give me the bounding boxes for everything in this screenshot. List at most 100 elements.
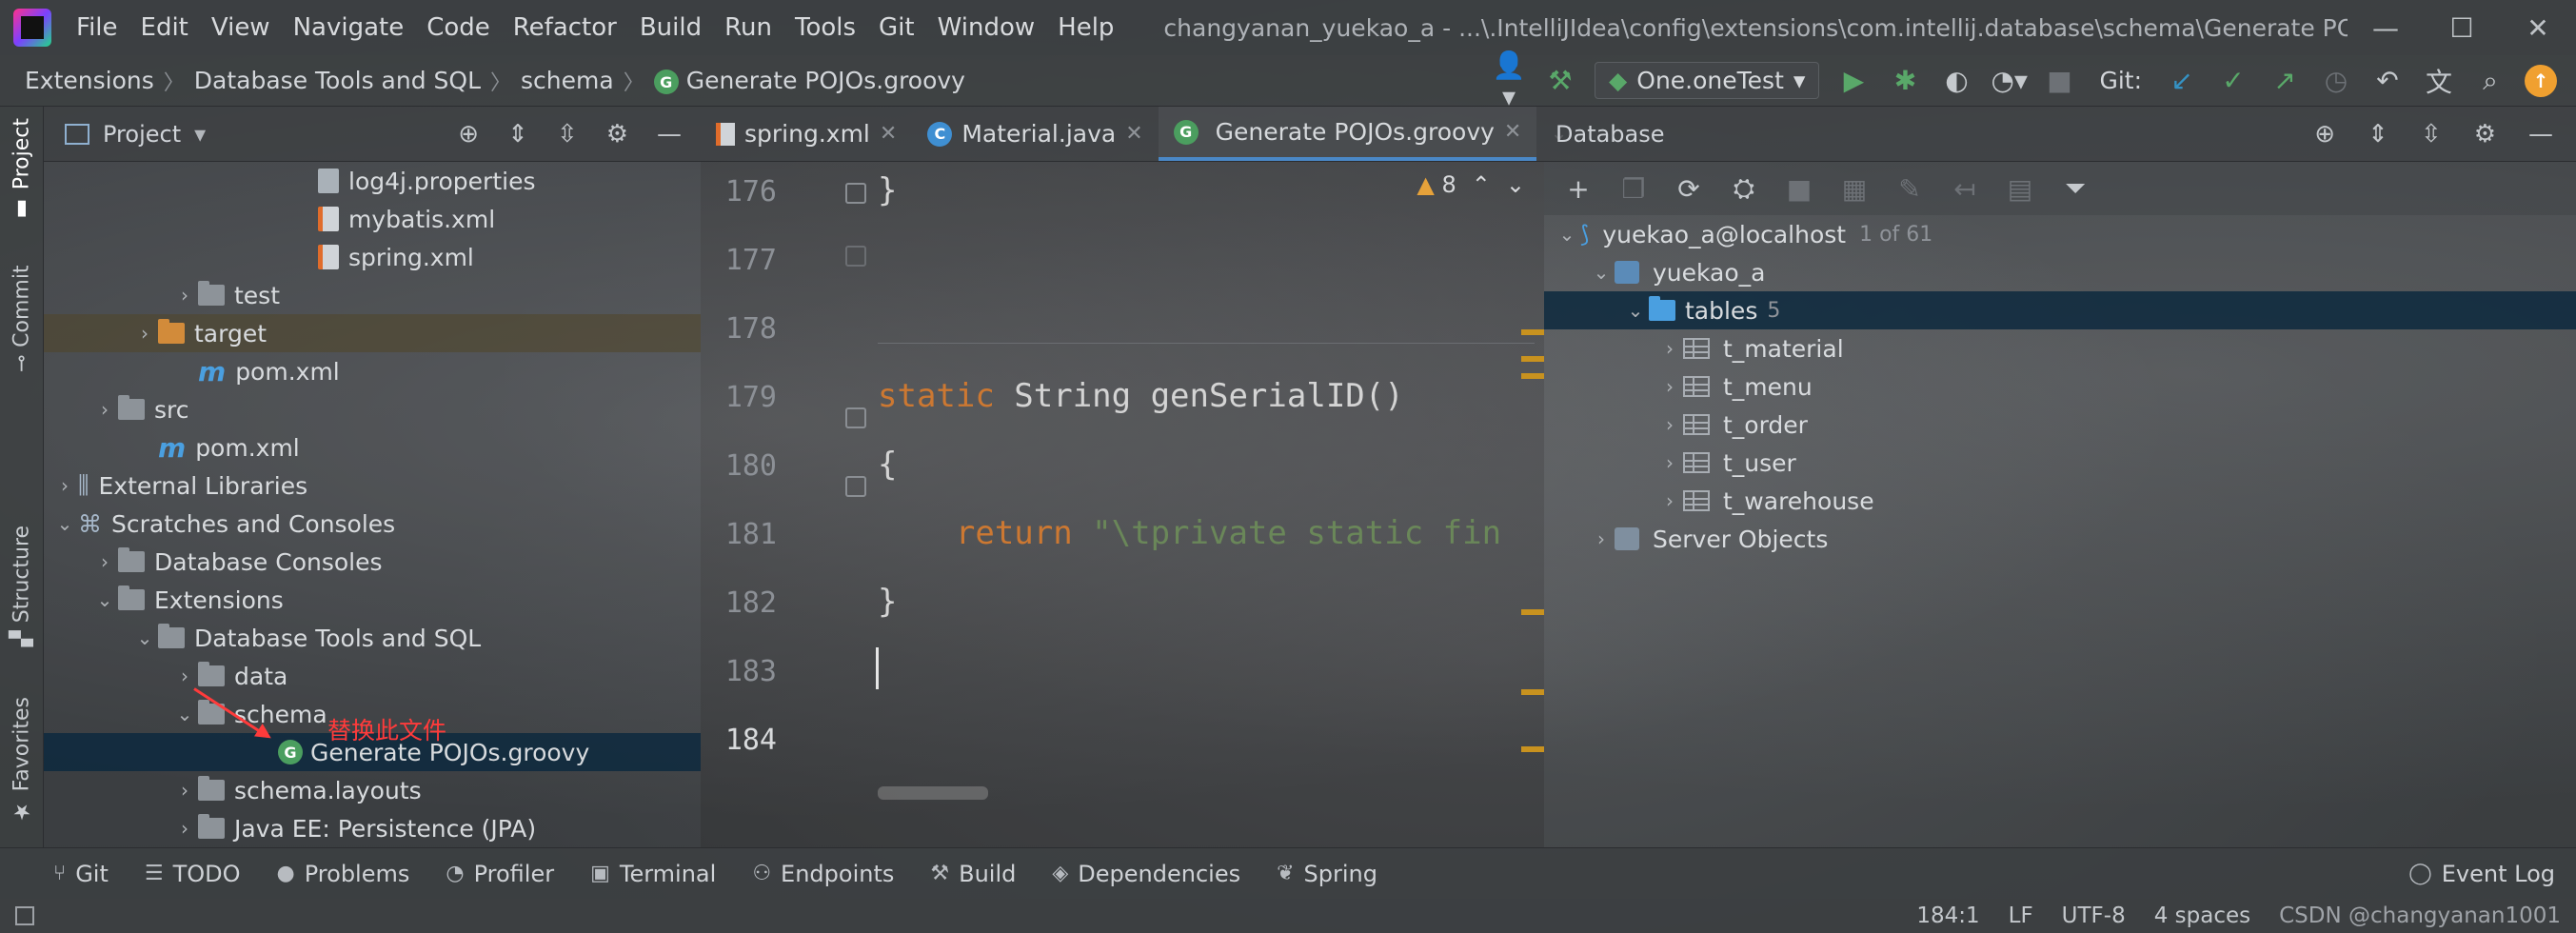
chevron-right-icon[interactable]: › xyxy=(1656,489,1683,512)
project-tree-row[interactable]: › data xyxy=(44,657,701,695)
tool-todo[interactable]: ☰ TODO xyxy=(145,861,241,887)
chevron-down-icon[interactable]: ⌄ xyxy=(51,512,78,535)
tool-event-log[interactable]: ◯ Event Log xyxy=(2408,861,2576,887)
chevron-right-icon[interactable]: › xyxy=(91,550,118,573)
previous-highlight-icon[interactable]: ⌃ xyxy=(1472,171,1491,198)
search-icon[interactable]: ⌕ xyxy=(2473,65,2507,97)
chevron-down-icon[interactable]: ⌄ xyxy=(1588,261,1615,284)
project-tree-row[interactable]: › test xyxy=(44,276,701,314)
maximize-icon[interactable]: ☐ xyxy=(2424,12,2500,44)
file-encoding[interactable]: UTF-8 xyxy=(2062,903,2126,928)
tool-tab-commit[interactable]: ⊸ Commit xyxy=(4,265,40,372)
locate-icon[interactable]: ⊕ xyxy=(2314,120,2335,149)
menu-build[interactable]: Build xyxy=(628,13,713,42)
tool-profiler[interactable]: ◔ Profiler xyxy=(446,861,554,887)
project-tree-row[interactable]: mybatis.xml xyxy=(44,200,701,238)
code-editor[interactable]: 176 177 178 179 180 181 182 183 184 } static Stri… xyxy=(701,162,1544,847)
menu-edit[interactable]: Edit xyxy=(129,13,200,42)
git-push-icon[interactable]: ↗ xyxy=(2268,65,2302,96)
table-node[interactable]: › t_order xyxy=(1544,406,2576,444)
run-icon[interactable]: ▶ xyxy=(1836,65,1871,96)
tab-material-java[interactable]: C Material.java ✕ xyxy=(912,107,1158,161)
filter-icon[interactable]: ⏷ xyxy=(2058,172,2092,205)
tool-problems[interactable]: ● Problems xyxy=(277,861,410,887)
tool-windows-toggle-icon[interactable] xyxy=(15,906,34,925)
tool-git[interactable]: ⑂ Git xyxy=(53,861,109,887)
project-tree-row[interactable]: › Java EE: Persistence (JPA) xyxy=(44,809,701,847)
error-stripe-mark[interactable] xyxy=(1521,373,1544,379)
server-objects-node[interactable]: › Server Objects xyxy=(1544,520,2576,558)
chevron-right-icon[interactable]: › xyxy=(91,398,118,421)
error-stripe-mark[interactable] xyxy=(1521,329,1544,335)
close-icon[interactable]: ✕ xyxy=(2500,12,2576,44)
tool-terminal[interactable]: ▣ Terminal xyxy=(590,861,716,887)
edit-icon[interactable]: ✎ xyxy=(1892,173,1927,205)
chevron-right-icon[interactable]: › xyxy=(171,284,198,307)
chevron-right-icon[interactable]: › xyxy=(1656,451,1683,474)
tab-generate-pojos-groovy[interactable]: G Generate POJOs.groovy ✕ xyxy=(1158,107,1537,161)
project-tree-row[interactable]: › src xyxy=(44,390,701,428)
inspection-widget[interactable]: ▲ 8 ⌃ ⌄ xyxy=(1417,171,1525,198)
chevron-right-icon[interactable]: › xyxy=(131,322,158,345)
fold-marker-icon[interactable] xyxy=(845,183,866,204)
breadcrumb-schema[interactable]: schema xyxy=(515,67,620,94)
chevron-down-icon[interactable]: ⌄ xyxy=(171,703,198,725)
menu-window[interactable]: Window xyxy=(926,13,1047,42)
jump-to-console-icon[interactable]: ↤ xyxy=(1948,173,1982,205)
tab-spring-xml[interactable]: spring.xml ✕ xyxy=(701,107,912,161)
build-hammer-icon[interactable]: ⚒ xyxy=(1543,65,1577,96)
close-tab-icon[interactable]: ✕ xyxy=(1125,122,1142,146)
tool-endpoints[interactable]: ⚇ Endpoints xyxy=(752,861,894,887)
project-tree-row[interactable]: › target xyxy=(44,314,701,352)
code-line[interactable]: { xyxy=(878,446,897,484)
table-node[interactable]: › t_menu xyxy=(1544,367,2576,406)
minimize-icon[interactable]: — xyxy=(2348,12,2424,44)
menu-tools[interactable]: Tools xyxy=(783,13,867,42)
project-tree-row[interactable]: log4j.properties xyxy=(44,162,701,200)
tool-tab-structure[interactable]: ▞ Structure xyxy=(4,526,40,646)
console-icon[interactable]: ▤ xyxy=(2003,173,2037,205)
stop-icon[interactable]: ■ xyxy=(2042,65,2076,96)
hide-icon[interactable]: — xyxy=(657,120,682,149)
gear-icon[interactable]: ⚙ xyxy=(606,120,628,149)
debug-icon[interactable]: ✱ xyxy=(1888,65,1922,96)
breadcrumb-extensions[interactable]: Extensions xyxy=(0,67,160,94)
user-icon[interactable]: 👤▾ xyxy=(1492,50,1526,112)
code-line[interactable]: } xyxy=(878,583,897,621)
copy-icon[interactable]: ❐ xyxy=(1616,173,1651,205)
chevron-right-icon[interactable]: › xyxy=(171,779,198,802)
datasource-node[interactable]: ⌄ ⟆ yuekao_a@localhost 1 of 61 xyxy=(1544,215,2576,253)
run-configuration-select[interactable]: ◆ One.oneTest ▾ xyxy=(1595,62,1820,99)
chevron-down-icon[interactable]: ▾ xyxy=(194,121,206,148)
history-icon[interactable]: ◷ xyxy=(2319,65,2353,96)
chevron-down-icon[interactable]: ⌄ xyxy=(91,588,118,611)
project-tree-row[interactable]: › schema.layouts xyxy=(44,771,701,809)
profile-icon[interactable]: ◔▾ xyxy=(1991,65,2028,96)
collapse-all-icon[interactable]: ⇳ xyxy=(557,120,578,149)
collapse-all-icon[interactable]: ⇳ xyxy=(2421,120,2442,149)
menu-refactor[interactable]: Refactor xyxy=(502,13,628,42)
error-stripe-mark[interactable] xyxy=(1521,746,1544,752)
expand-all-icon[interactable]: ⇕ xyxy=(507,120,528,149)
tool-build[interactable]: ⚒ Build xyxy=(930,861,1016,887)
hide-icon[interactable]: — xyxy=(2528,120,2553,149)
error-stripe-mark[interactable] xyxy=(1521,609,1544,615)
close-tab-icon[interactable]: ✕ xyxy=(880,122,897,146)
git-update-icon[interactable]: ↙ xyxy=(2165,65,2199,96)
gear-icon[interactable]: ⚙ xyxy=(2474,120,2496,149)
fold-marker-icon[interactable] xyxy=(845,476,866,497)
schema-settings-icon[interactable]: ⛭ xyxy=(1727,172,1761,205)
table-editor-icon[interactable]: ▦ xyxy=(1837,173,1872,205)
line-separator[interactable]: LF xyxy=(2009,903,2033,928)
project-tree-row[interactable]: spring.xml xyxy=(44,238,701,276)
horizontal-scrollbar[interactable] xyxy=(878,786,988,800)
breadcrumb-file[interactable]: G Generate POJOs.groovy xyxy=(648,67,971,94)
menu-git[interactable]: Git xyxy=(867,13,926,42)
next-highlight-icon[interactable]: ⌄ xyxy=(1506,171,1525,198)
fold-marker-icon[interactable] xyxy=(845,407,866,428)
menu-view[interactable]: View xyxy=(200,13,282,42)
error-stripe-mark[interactable] xyxy=(1521,689,1544,695)
table-node[interactable]: › t_warehouse xyxy=(1544,482,2576,520)
rollback-icon[interactable]: ↶ xyxy=(2370,65,2405,96)
translate-icon[interactable]: 文 xyxy=(2422,62,2456,100)
